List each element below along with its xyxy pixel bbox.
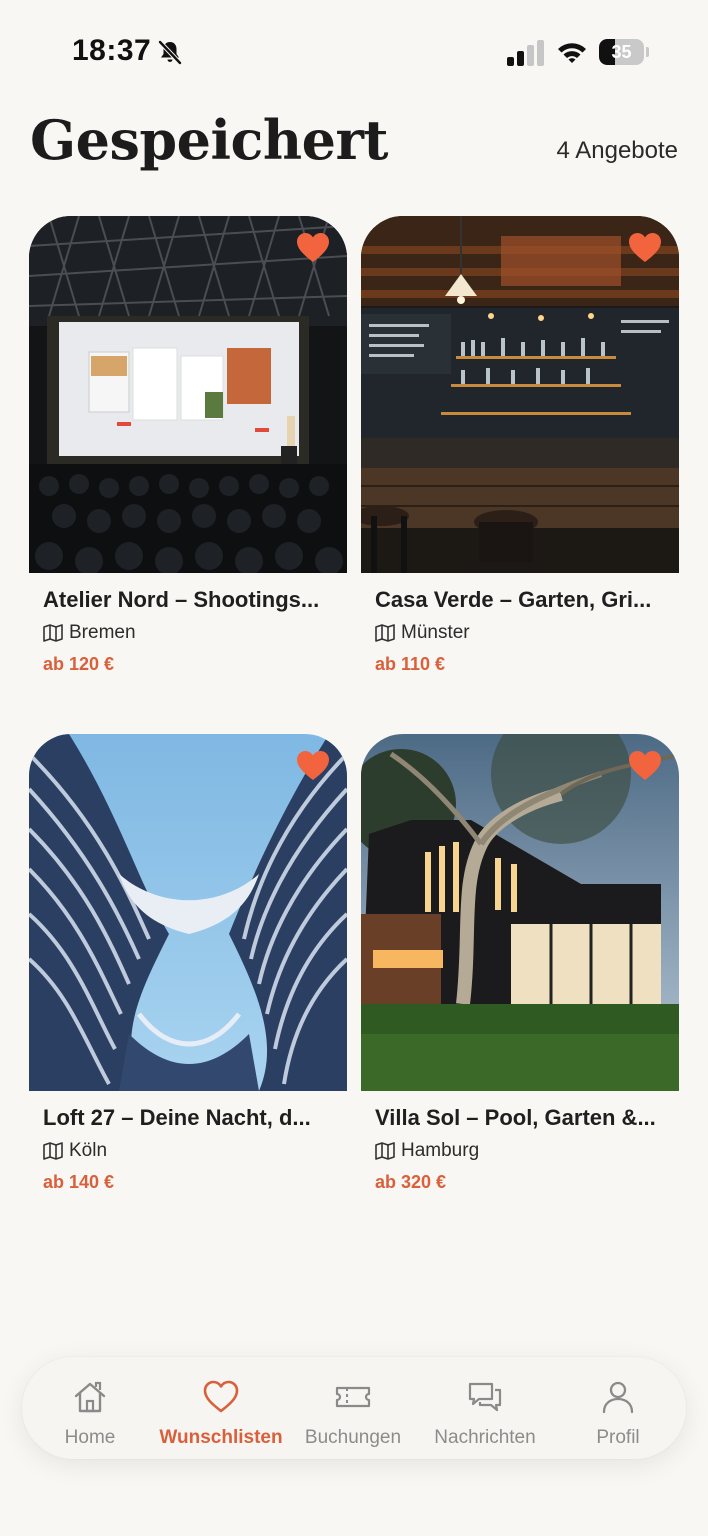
listing-title[interactable]: Villa Sol – Pool, Garten &... <box>375 1105 679 1131</box>
listing-city: Köln <box>69 1140 108 1161</box>
map-icon <box>43 624 63 642</box>
listing-location: Bremen <box>43 622 347 644</box>
tab-home-label: Home <box>64 1427 116 1448</box>
listing-title[interactable]: Atelier Nord – Shootings... <box>43 587 347 613</box>
listing-image-architecture[interactable] <box>29 734 347 1091</box>
tab-buchungen-label: Buchungen <box>304 1427 402 1448</box>
listing-price: ab 110 € <box>375 654 446 674</box>
listing-city: Hamburg <box>401 1140 480 1161</box>
tab-profil-label: Profil <box>596 1427 640 1448</box>
ticket-icon <box>335 1386 371 1408</box>
bell-muted-icon <box>158 40 182 65</box>
tab-wunschlisten-label: Wunschlisten <box>159 1427 283 1448</box>
person-icon <box>602 1381 634 1414</box>
listing-location: Münster <box>375 622 679 644</box>
tab-profil[interactable]: Profil <box>552 1357 684 1459</box>
map-icon <box>43 1142 63 1160</box>
battery-indicator: 35 <box>599 39 649 65</box>
listing-price: ab 320 € <box>375 1172 447 1192</box>
page-title: Gespeichert <box>30 108 388 172</box>
tab-buchungen[interactable]: Buchungen <box>287 1357 419 1459</box>
offer-count: 4 Angebote <box>556 137 678 164</box>
listing-title[interactable]: Casa Verde – Garten, Gri... <box>375 587 679 613</box>
listing-card[interactable]: Loft 27 – Deine Nacht, d... Köln ab 140 … <box>29 734 347 1193</box>
listing-title[interactable]: Loft 27 – Deine Nacht, d... <box>43 1105 347 1131</box>
listing-city: Münster <box>401 622 470 643</box>
tab-nachrichten[interactable]: Nachrichten <box>419 1357 551 1459</box>
tab-nachrichten-label: Nachrichten <box>434 1427 536 1448</box>
favorite-heart-icon[interactable] <box>628 232 662 264</box>
cellular-signal-icon <box>507 40 544 66</box>
wifi-icon <box>558 43 586 63</box>
favorite-heart-icon[interactable] <box>296 750 330 782</box>
listing-image-villa[interactable] <box>361 734 679 1091</box>
status-bar: 18:37 35 <box>0 0 708 100</box>
listing-image-conference[interactable] <box>29 216 347 573</box>
heart-icon <box>203 1380 239 1413</box>
home-icon <box>74 1381 106 1413</box>
listing-city: Bremen <box>69 622 136 643</box>
battery-level: 35 <box>611 42 632 62</box>
bottom-tab-bar: Home Wunschlisten Buchungen Nachrichten … <box>22 1357 686 1459</box>
map-icon <box>375 624 395 642</box>
listing-location: Hamburg <box>375 1140 679 1162</box>
listing-price: ab 120 € <box>43 654 115 674</box>
listing-card[interactable]: Casa Verde – Garten, Gri... Münster ab 1… <box>361 216 679 675</box>
listing-card[interactable]: Villa Sol – Pool, Garten &... Hamburg ab… <box>361 734 679 1193</box>
listing-card[interactable]: Atelier Nord – Shootings... Bremen ab 12… <box>29 216 347 675</box>
favorite-heart-icon[interactable] <box>628 750 662 782</box>
favorite-heart-icon[interactable] <box>296 232 330 264</box>
tab-wunschlisten[interactable]: Wunschlisten <box>155 1357 287 1459</box>
listing-location: Köln <box>43 1140 347 1162</box>
listing-price: ab 140 € <box>43 1172 115 1192</box>
status-time: 18:37 <box>72 34 152 67</box>
listing-image-bar[interactable] <box>361 216 679 573</box>
map-icon <box>375 1142 395 1160</box>
tab-home[interactable]: Home <box>24 1357 156 1459</box>
chat-bubbles-icon <box>468 1382 502 1412</box>
